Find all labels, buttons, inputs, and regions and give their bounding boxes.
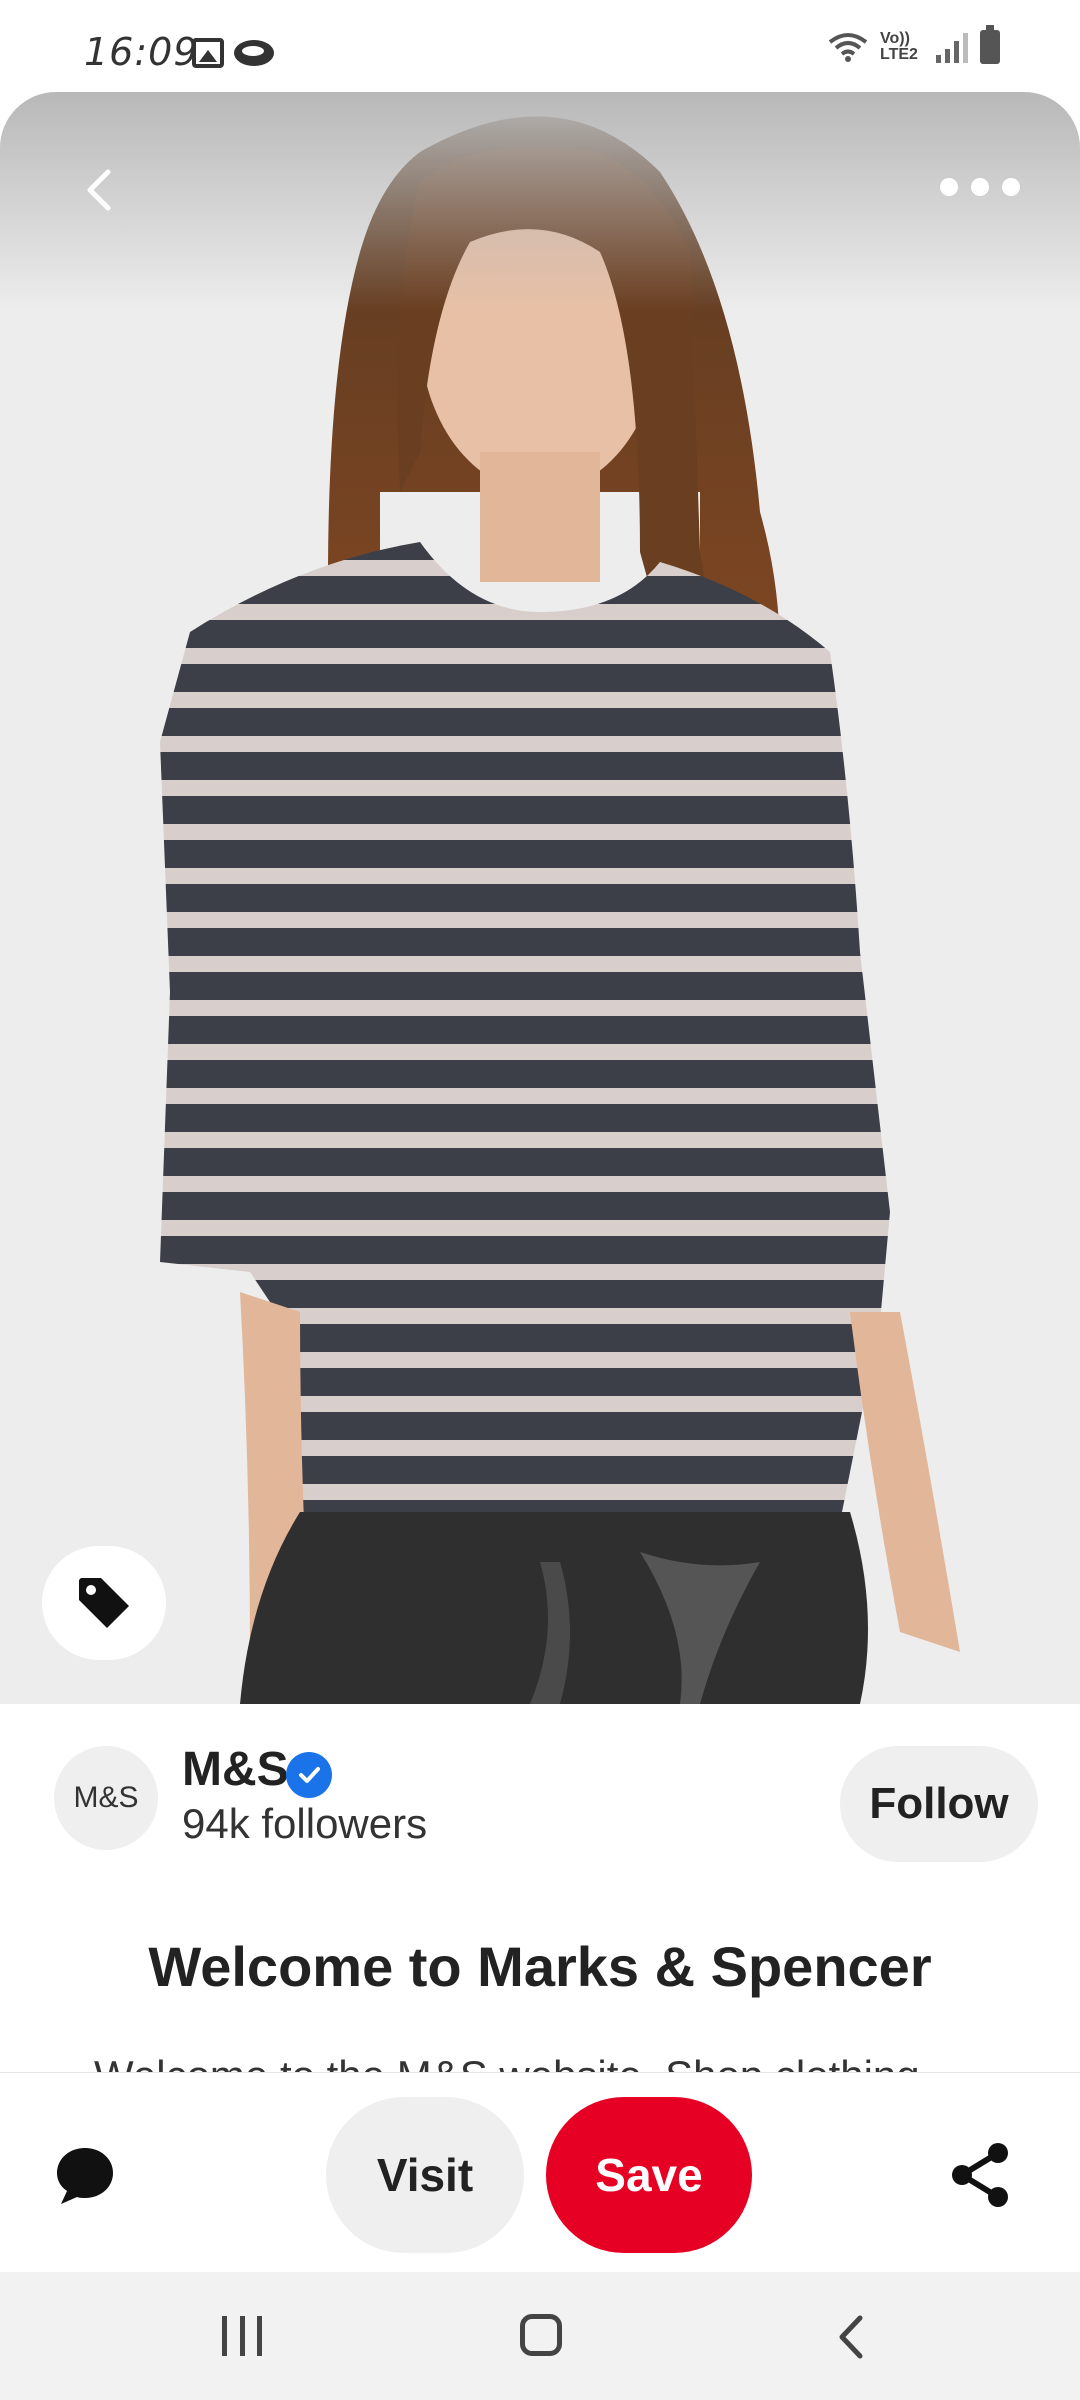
shop-tag-button[interactable] (42, 1546, 166, 1660)
pin-info-section: M&S M&S 94k followers Follow Welcome to … (0, 1704, 1080, 2072)
share-icon (952, 2143, 1008, 2207)
network-label: Vo)) LTE2 (880, 30, 918, 63)
system-nav-bar (0, 2272, 1080, 2400)
system-back-button[interactable] (826, 2312, 876, 2362)
pin-image[interactable] (0, 92, 1080, 1704)
save-button[interactable]: Save (546, 2097, 752, 2253)
creator-name[interactable]: M&S (182, 1742, 289, 1797)
pin-title: Welcome to Marks & Spencer (148, 1935, 932, 1998)
pin-description: Welcome to the M&S website. Shop clothin… (94, 2052, 920, 2072)
hero-top-gradient (0, 92, 1080, 312)
visit-button[interactable]: Visit (326, 2097, 524, 2253)
follower-count: 94k followers (182, 1800, 428, 1847)
status-bar: 16:09 Vo)) LTE2 (0, 0, 1080, 92)
status-right-group: Vo)) LTE2 (828, 25, 1000, 64)
wifi-icon (828, 33, 868, 62)
comment-icon (57, 2148, 113, 2204)
follow-button[interactable]: Follow (840, 1746, 1038, 1862)
gallery-notification-icon (192, 38, 224, 68)
signal-icon (936, 31, 968, 63)
tag-icon (79, 1578, 129, 1628)
cloud-notification-icon (234, 40, 274, 66)
avatar-text: M&S (73, 1781, 139, 1814)
more-options-button[interactable] (940, 172, 1020, 202)
chevron-left-icon (839, 2315, 863, 2359)
chevron-left-icon (87, 169, 111, 211)
comment-button[interactable] (50, 2141, 120, 2211)
share-button[interactable] (944, 2139, 1016, 2211)
verified-check-icon (286, 1752, 332, 1798)
more-horizontal-icon (940, 178, 958, 196)
recent-apps-button[interactable] (222, 2316, 262, 2356)
home-button[interactable] (520, 2314, 562, 2356)
back-button[interactable] (70, 160, 130, 220)
woman-in-striped-top-photo (0, 92, 1080, 1704)
avatar[interactable]: M&S (54, 1746, 158, 1850)
status-time: 16:09 (84, 30, 199, 74)
battery-icon (980, 25, 1000, 64)
pin-action-bar: Visit Save (0, 2072, 1080, 2272)
